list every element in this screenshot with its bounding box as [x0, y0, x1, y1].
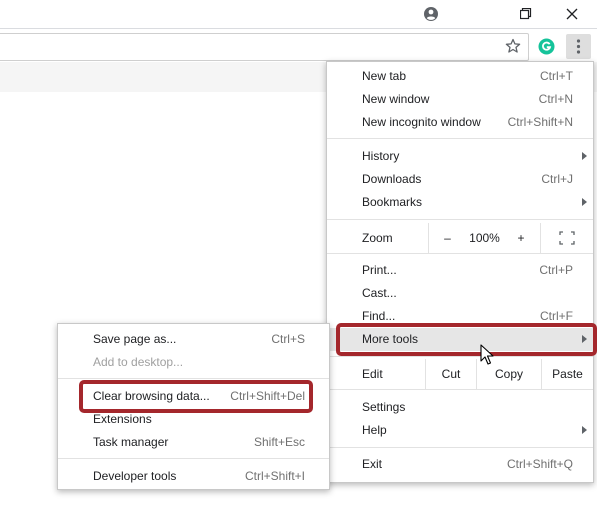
cut-label: Cut — [441, 367, 461, 381]
zoom-out-label: – — [444, 231, 451, 245]
submenu-item-save-page[interactable]: Save page as... Ctrl+S — [58, 328, 329, 351]
fullscreen-icon — [559, 231, 575, 245]
zoom-in-label: + — [517, 231, 525, 245]
menu-item-label: Print... — [362, 263, 397, 277]
menu-separator — [327, 447, 593, 448]
menu-item-shortcut: Ctrl+J — [541, 172, 573, 186]
copy-label: Copy — [494, 367, 523, 381]
edit-row: Edit Cut Copy Paste — [327, 359, 593, 389]
menu-item-shortcut: Ctrl+Shift+I — [244, 469, 305, 483]
menu-item-label: New window — [362, 92, 430, 106]
submenu-item-developer-tools[interactable]: Developer tools Ctrl+Shift+I — [58, 465, 329, 488]
zoom-out-button[interactable]: – — [429, 223, 466, 253]
chrome-menu: New tab Ctrl+T New window Ctrl+N New inc… — [326, 61, 594, 483]
menu-item-shortcut: Ctrl+T — [540, 69, 573, 83]
submenu-arrow-icon — [582, 426, 587, 434]
address-bar[interactable] — [0, 33, 529, 61]
menu-item-print[interactable]: Print... Ctrl+P — [327, 259, 593, 282]
profile-button[interactable] — [408, 0, 454, 28]
menu-item-label: Settings — [362, 400, 406, 414]
clear-browsing-data-highlight — [79, 380, 313, 413]
title-bar — [0, 0, 597, 28]
account-circle-icon — [424, 7, 438, 21]
browser-toolbar — [0, 28, 597, 64]
menu-separator — [58, 458, 329, 459]
menu-item-label: Help — [362, 423, 387, 437]
star-icon[interactable] — [505, 38, 521, 54]
menu-item-label: Save page as... — [93, 332, 177, 346]
menu-item-new-incognito-window[interactable]: New incognito window Ctrl+Shift+N — [327, 111, 593, 134]
menu-item-new-window[interactable]: New window Ctrl+N — [327, 88, 593, 111]
submenu-item-task-manager[interactable]: Task manager Shift+Esc — [58, 431, 329, 454]
menu-item-label: Find... — [362, 309, 396, 323]
zoom-in-button[interactable]: + — [503, 223, 539, 253]
grammarly-icon[interactable] — [538, 38, 555, 55]
submenu-arrow-icon — [582, 198, 587, 206]
menu-item-label: Task manager — [93, 435, 169, 449]
close-icon — [566, 8, 578, 20]
menu-item-label: Add to desktop... — [93, 355, 184, 369]
menu-item-settings[interactable]: Settings — [327, 396, 593, 419]
zoom-row: Zoom – 100% + — [327, 223, 593, 253]
menu-separator — [327, 138, 593, 139]
menu-item-exit[interactable]: Exit Ctrl+Shift+Q — [327, 453, 593, 476]
menu-item-label: Downloads — [362, 172, 422, 186]
more-tools-highlight — [336, 323, 597, 356]
restore-icon — [520, 8, 532, 20]
menu-separator — [327, 219, 593, 220]
menu-item-help[interactable]: Help — [327, 419, 593, 442]
zoom-value: 100% — [469, 231, 500, 245]
fullscreen-button[interactable] — [541, 223, 593, 253]
menu-item-cast[interactable]: Cast... — [327, 282, 593, 305]
kebab-menu-icon — [576, 39, 581, 54]
menu-item-label: Developer tools — [93, 469, 177, 483]
menu-item-shortcut: Ctrl+Shift+N — [507, 115, 573, 129]
menu-item-shortcut: Ctrl+P — [539, 263, 573, 277]
menu-item-label: Exit — [362, 457, 383, 471]
menu-button[interactable] — [566, 34, 591, 59]
menu-item-shortcut: Ctrl+N — [538, 92, 573, 106]
menu-separator — [58, 378, 329, 379]
cut-button[interactable]: Cut — [426, 359, 476, 389]
menu-item-label: History — [362, 149, 400, 163]
paste-label: Paste — [552, 367, 583, 381]
mouse-cursor-icon — [480, 344, 494, 365]
menu-item-bookmarks[interactable]: Bookmarks — [327, 191, 593, 214]
menu-item-history[interactable]: History — [327, 145, 593, 168]
menu-separator — [327, 356, 593, 357]
zoom-level: 100% — [466, 223, 503, 253]
menu-item-label: Bookmarks — [362, 195, 423, 209]
menu-item-shortcut: Ctrl+S — [271, 332, 305, 346]
menu-item-new-tab[interactable]: New tab Ctrl+T — [327, 65, 593, 88]
menu-separator — [327, 253, 593, 254]
submenu-arrow-icon — [582, 152, 587, 160]
submenu-item-add-to-desktop: Add to desktop... — [58, 351, 329, 374]
menu-item-label: Extensions — [93, 412, 152, 426]
close-button[interactable] — [549, 0, 595, 28]
paste-button[interactable]: Paste — [542, 359, 593, 389]
edit-label: Edit — [362, 367, 383, 381]
menu-item-label: Cast... — [362, 286, 397, 300]
menu-item-label: New tab — [362, 69, 407, 83]
menu-item-downloads[interactable]: Downloads Ctrl+J — [327, 168, 593, 191]
menu-separator — [327, 389, 593, 390]
restore-button[interactable] — [503, 0, 549, 28]
zoom-label: Zoom — [362, 231, 393, 245]
menu-item-label: New incognito window — [362, 115, 481, 129]
menu-item-shortcut: Ctrl+Shift+Q — [506, 457, 573, 471]
menu-item-shortcut: Ctrl+F — [540, 309, 573, 323]
menu-item-shortcut: Shift+Esc — [253, 435, 305, 449]
